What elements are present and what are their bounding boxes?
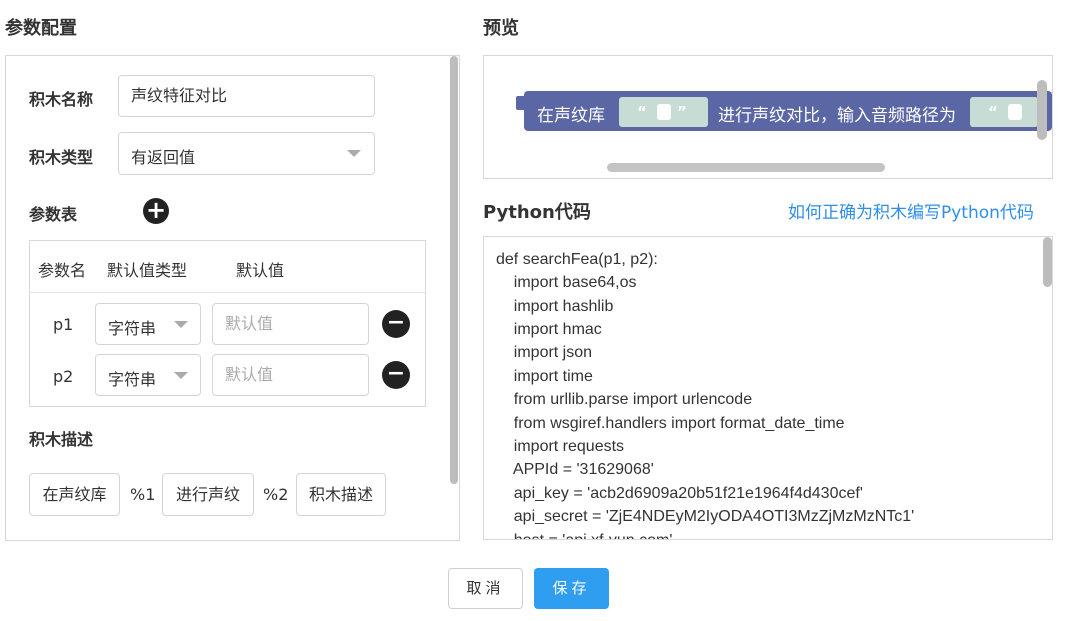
block-type-value: 有返回值: [131, 148, 196, 167]
param-type-value-p1: 字符串: [108, 319, 157, 338]
preview-horizontal-scrollbar[interactable]: [607, 163, 885, 172]
config-scrollbar[interactable]: [450, 56, 458, 484]
header-default-value: 默认值: [236, 261, 285, 280]
preview-title: 预览: [483, 18, 519, 39]
block-name-input[interactable]: 声纹特征对比: [118, 75, 375, 117]
code-editor[interactable]: def searchFea(p1, p2): import base64,os …: [483, 236, 1053, 540]
desc-param-2: %2: [263, 485, 289, 504]
block-string-slot-2[interactable]: “: [970, 97, 1038, 127]
chevron-down-icon: [347, 150, 361, 157]
block-text-1: 在声纹库: [537, 106, 605, 126]
code-scrollbar[interactable]: [1043, 237, 1052, 287]
string-input-2[interactable]: [1008, 104, 1022, 120]
param-default-input-p1[interactable]: 默认值: [212, 303, 369, 345]
config-title: 参数配置: [5, 18, 77, 39]
remove-param-icon-p2[interactable]: −: [382, 361, 410, 389]
header-param-name: 参数名: [38, 261, 87, 280]
desc-param-1: %1: [130, 485, 156, 504]
python-help-link[interactable]: 如何正确为积木编写Python代码: [788, 198, 1034, 223]
preview-vertical-scrollbar[interactable]: [1037, 80, 1047, 140]
remove-param-icon-p1[interactable]: −: [382, 310, 410, 338]
param-table-label: 参数表: [29, 205, 78, 224]
param-name-p2: p2: [53, 367, 74, 386]
quote-open-icon: “: [988, 103, 998, 121]
block-type-select[interactable]: 有返回值: [118, 132, 375, 175]
desc-text-chip-1[interactable]: 在声纹库: [29, 473, 120, 516]
block-text-2: 进行声纹对比，输入音频路径为: [718, 106, 956, 126]
desc-text-chip-2[interactable]: 进行声纹: [162, 473, 254, 516]
block-type-label: 积木类型: [29, 148, 94, 167]
block-name-label: 积木名称: [29, 90, 94, 109]
add-param-icon[interactable]: +: [143, 198, 169, 224]
cancel-button[interactable]: 取消: [448, 568, 523, 609]
quote-open-icon: “: [637, 103, 647, 121]
code-line: import hashlib: [496, 298, 614, 315]
param-type-select-p2[interactable]: 字符串: [95, 354, 201, 396]
code-line: import base64,os: [496, 274, 637, 291]
header-divider: [30, 292, 425, 293]
code-line: from wsgiref.handlers import format_date…: [496, 415, 845, 432]
chevron-down-icon: [174, 321, 188, 328]
param-default-input-p2[interactable]: 默认值: [212, 354, 369, 396]
code-line: api_key = 'acb2d6909a20b51f21e1964f4d430…: [496, 485, 863, 502]
code-line: def searchFea(p1, p2):: [496, 251, 658, 268]
param-type-select-p1[interactable]: 字符串: [95, 303, 201, 345]
code-line: import hmac: [496, 321, 602, 338]
code-line: import time: [496, 368, 593, 385]
code-line: APPId = '31629068': [496, 461, 654, 478]
block-string-slot-1[interactable]: “ ”: [619, 97, 708, 127]
save-button[interactable]: 保存: [534, 568, 609, 609]
code-title: Python代码: [483, 202, 591, 223]
header-default-type: 默认值类型: [107, 261, 188, 280]
desc-input[interactable]: 积木描述: [296, 473, 386, 516]
chevron-down-icon: [174, 372, 188, 379]
quote-close-icon: ”: [677, 103, 687, 121]
code-line: host = 'api.xf-yun.com': [496, 532, 673, 539]
code-line: import requests: [496, 438, 625, 455]
code-line: api_secret = 'ZjE4NDEyM2IyODA4OTI3MzZjMz…: [496, 508, 915, 525]
string-input-1[interactable]: [657, 104, 671, 120]
code-line: from urllib.parse import urlencode: [496, 391, 753, 408]
param-name-p1: p1: [53, 315, 74, 334]
block-desc-label: 积木描述: [29, 430, 94, 449]
param-type-value-p2: 字符串: [108, 370, 157, 389]
code-line: import json: [496, 344, 593, 361]
